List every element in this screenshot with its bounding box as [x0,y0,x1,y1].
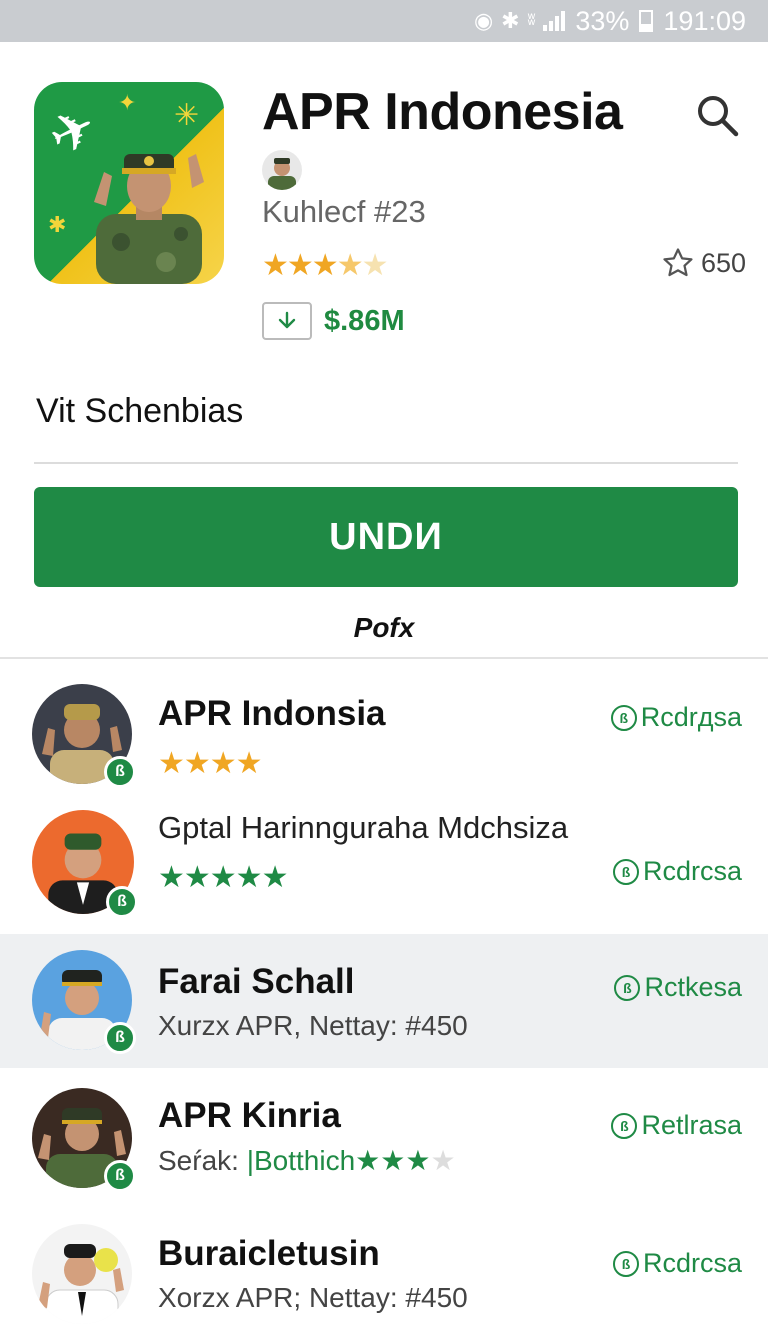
divider [0,657,768,659]
list-item-action-label: Rcdrcsa [642,1248,742,1278]
avatar [32,1224,132,1324]
star-icon: ★ [361,249,389,282]
action-icon: ß [611,1112,638,1139]
star-icon: ★ [430,1145,456,1176]
clock: 191:09 [663,5,746,36]
action-icon: ß [614,974,641,1001]
status-bar: ◉ ✱ ʬ 33% 191:09 [0,0,768,42]
sparkle-icon: ✱ [48,212,67,237]
list-item-title: APR Kinria [158,1096,341,1135]
list-item[interactable]: Buraicletusin Xorzx APR; Nettay: #450 ß … [0,1208,768,1344]
list-item-title: APR Indonsia [158,694,386,733]
list-item-action-label: Rcdrдsa [640,702,742,732]
eye-comfort-icon: ◉ [473,8,494,33]
list-item[interactable]: ß Gptal Harinnguraha Mdchsiza ★★★★★ ß Rc… [0,792,768,932]
search-icon[interactable] [694,92,740,138]
list-item-subtitle: Xorzx APR; Nettay: #450 [158,1282,468,1313]
bluetooth-icon: ✱ [501,8,520,33]
download-count: $.86M [324,304,405,337]
developer-name[interactable]: Kuhlecf #23 [262,194,426,230]
battery-percent: 33% [575,5,630,36]
avatar: ß [32,1088,136,1192]
list-item[interactable]: ß Farai Schall Xurzx APR, Nettay: #450 ß… [0,934,768,1068]
mute-icon: ʬ [527,12,536,29]
avatar: ß [32,684,136,788]
rating-stars: ★★★★★ [262,248,389,283]
verified-badge-icon: ß [106,886,138,918]
verified-badge-icon: ß [104,756,136,788]
divider [34,462,738,464]
star-icon: ★★★ [262,249,339,282]
app-title: APR Indonesia [262,83,623,141]
verified-badge-icon: ß [104,1160,136,1192]
action-icon: ß [612,858,639,885]
list-item-stars: ★★★ [355,1145,431,1176]
sparkle-icon: ✦ [118,90,137,115]
list-item-action[interactable]: ß Rcdrдsa [610,702,742,733]
list-item-action[interactable]: ß Rcdrcsa [612,1248,742,1279]
soldier-illustration [94,154,204,284]
list-item-subtitle-prefix: Seŕak: [158,1145,239,1176]
avatar: ß [32,810,138,918]
list-item-action-label: Rctkesa [644,972,742,1002]
list-item-title: Buraicletusin [158,1234,380,1273]
developer-avatar[interactable] [262,150,302,190]
action-icon: ß [612,1250,639,1277]
star-outline-icon [663,248,693,277]
verified-badge-icon: ß [104,1022,136,1054]
sub-label[interactable]: Pofx [0,612,768,644]
list-item-subtitle-link[interactable]: |Botthich [247,1145,355,1176]
downloads: $.86M [262,302,405,340]
signal-icon [543,11,566,31]
download-icon [262,302,312,340]
install-button[interactable]: UNDИ [34,487,738,587]
list-item-action[interactable]: ß Rcdrcsa [612,856,742,887]
favorite-count: 650 [700,247,746,278]
list-item-action-label: Retlrasa [641,1110,742,1140]
list-item-title: Gptal Harinnguraha Mdchsiza [158,810,569,845]
action-icon: ß [610,704,637,731]
list-item-action[interactable]: ß Rctkesa [614,972,742,1003]
list-item-subtitle: Seŕak: |Botthich★★★★ [158,1144,456,1177]
developer-avatar-image [268,158,296,190]
section-heading: Vit Schenbias [36,392,244,430]
battery-icon [639,10,654,32]
status-icons: ◉ ✱ ʬ [473,8,566,34]
list-item-subtitle: Xurzx APR, Nettay: #450 [158,1010,468,1041]
list-item-action[interactable]: ß Retlrasa [611,1110,742,1141]
list-item[interactable]: ß APR Indonsia ★★★★ ß Rcdrдsa [0,662,768,792]
list-item-stars: ★★★★★ [158,861,288,894]
avatar: ß [32,950,136,1054]
favorite-button[interactable]: 650 [661,246,746,280]
list-item-action-label: Rcdrcsa [642,856,742,886]
app-icon: ✈ ✱ ✳ ✦ [34,82,224,284]
list-item-stars: ★★★★ [158,747,263,780]
list-item-title: Farai Schall [158,962,355,1001]
list-item[interactable]: ß APR Kinria Seŕak: |Botthich★★★★ ß Retl… [0,1068,768,1208]
star-icon: ★ [336,249,364,282]
